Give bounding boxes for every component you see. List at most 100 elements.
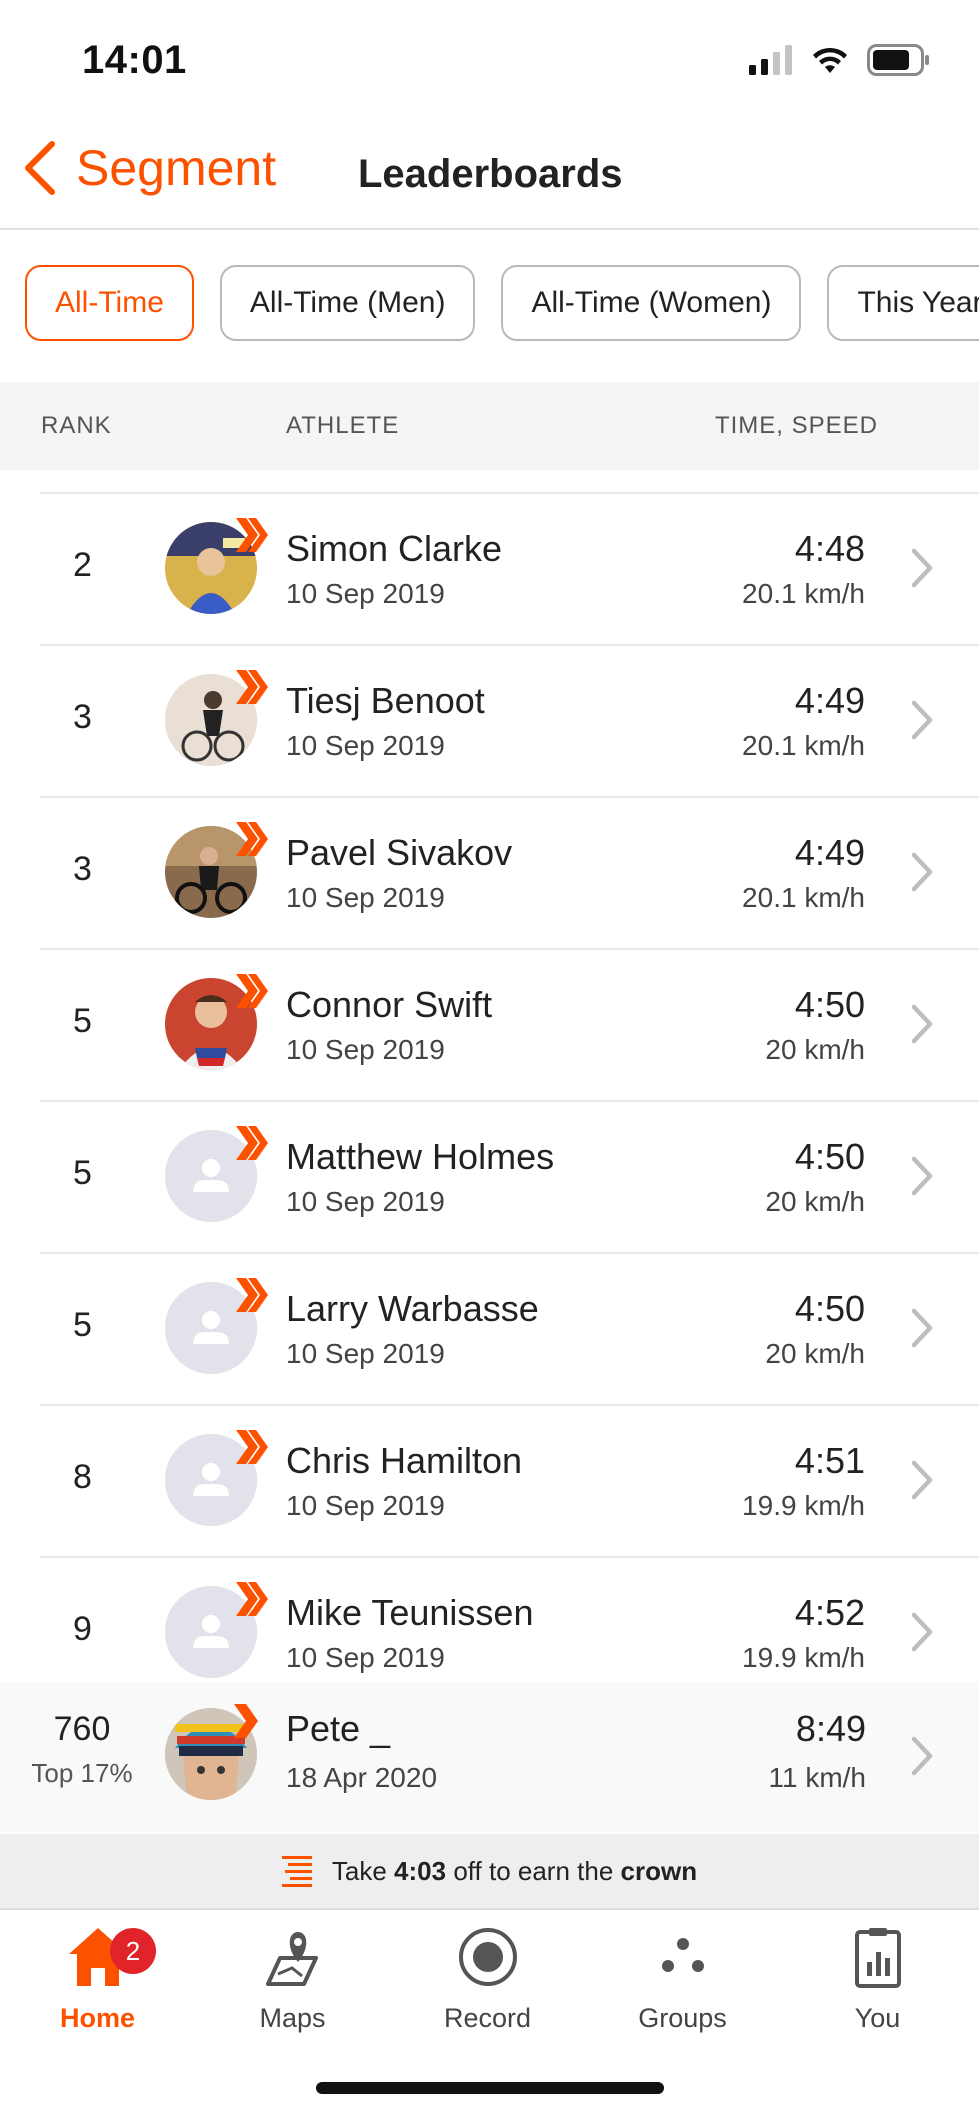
strava-badge-icon	[236, 1126, 268, 1160]
effort-date: 10 Sep 2019	[286, 1034, 445, 1065]
my-name: Pete _	[286, 1708, 391, 1749]
athlete-name: Chris Hamilton	[286, 1440, 523, 1481]
tab-record[interactable]: Record	[390, 1922, 585, 2034]
filter-all-time-women[interactable]: All-Time (Women)	[501, 265, 802, 341]
my-effort-row[interactable]: 760 Top 17% Pete _ 18 Apr 2020 8:49 11 k…	[0, 1682, 979, 1832]
athlete-name: Simon Clarke	[286, 528, 503, 569]
tab-label: Maps	[259, 2003, 326, 2033]
tab-label: You	[854, 2003, 901, 2033]
record-icon	[458, 1928, 517, 1986]
table-row[interactable]: 5 Matthew Holmes 10 Sep 2019 4:50 20 km/…	[40, 1102, 979, 1254]
status-time: 14:01	[82, 38, 187, 82]
table-row[interactable]: 3 Pavel Sivakov 10 Sep 2019 4:49 20.1 km…	[40, 798, 979, 950]
athlete-name: Connor Swift	[286, 984, 493, 1025]
effort-speed: 19.9 km/h	[742, 1490, 865, 1521]
nav-header: Segment Leaderboards	[0, 110, 979, 230]
strava-badge-icon	[234, 1704, 258, 1738]
tab-label: Groups	[638, 2003, 727, 2033]
effort-time: 4:50	[794, 1288, 865, 1329]
column-header: RANK ATHLETE TIME, SPEED	[0, 382, 979, 470]
table-row[interactable]: 2 Simon Clarke 10 Sep 2019 4:48 20.1 km/…	[40, 492, 979, 646]
strava-badge-icon	[236, 670, 268, 704]
filter-all-time[interactable]: All-Time	[25, 265, 194, 341]
effort-speed: 20 km/h	[765, 1338, 865, 1369]
effort-speed: 20.1 km/h	[742, 730, 865, 761]
strava-badge-icon	[236, 1430, 268, 1464]
effort-date: 10 Sep 2019	[286, 578, 445, 609]
effort-date: 10 Sep 2019	[286, 1186, 445, 1217]
effort-time: 4:50	[794, 984, 865, 1025]
effort-time: 4:49	[794, 832, 865, 873]
effort-speed: 20.1 km/h	[742, 882, 865, 913]
notification-badge: 2	[110, 1928, 156, 1974]
groups-icon	[661, 1938, 704, 1972]
tab-maps[interactable]: Maps	[195, 1922, 390, 2034]
wifi-icon	[813, 47, 847, 73]
tab-groups[interactable]: Groups	[585, 1922, 780, 2034]
chevron-right-icon	[911, 1308, 933, 1348]
effort-date: 10 Sep 2019	[286, 882, 445, 913]
rank: 5	[73, 1306, 92, 1344]
column-time-speed: TIME, SPEED	[714, 412, 878, 439]
table-row[interactable]: 3 Tiesj Benoot 10 Sep 2019 4:49 20.1 km/…	[40, 646, 979, 798]
rank: 9	[73, 1610, 92, 1648]
table-row[interactable]: 5 Larry Warbasse 10 Sep 2019 4:50 20 km/…	[40, 1254, 979, 1406]
status-bar: 14:01	[0, 0, 979, 110]
crown-banner: Take 4:03 off to earn the crown	[0, 1834, 979, 1910]
athlete-name: Tiesj Benoot	[286, 680, 485, 721]
effort-time: 4:48	[794, 528, 865, 569]
my-date: 18 Apr 2020	[286, 1762, 438, 1793]
my-speed: 11 km/h	[768, 1762, 866, 1793]
chevron-right-icon	[911, 700, 933, 740]
column-athlete: ATHLETE	[286, 412, 400, 439]
column-rank: RANK	[41, 412, 112, 439]
battery-icon	[867, 44, 929, 76]
tab-home[interactable]: 2 Home	[0, 1922, 195, 2034]
home-indicator[interactable]	[316, 2082, 664, 2094]
effort-time: 4:52	[794, 1592, 865, 1633]
filter-chips: All-Time All-Time (Men) All-Time (Women)…	[0, 230, 979, 380]
cellular-signal-icon	[749, 45, 792, 75]
my-percentile: Top 17%	[31, 1758, 133, 1788]
crown-message: Take 4:03 off to earn the crown	[331, 1855, 698, 1886]
rank: 3	[73, 698, 92, 736]
tab-you[interactable]: You	[780, 1922, 975, 2034]
table-row[interactable]: 8 Chris Hamilton 10 Sep 2019 4:51 19.9 k…	[40, 1406, 979, 1558]
back-button[interactable]: Segment	[20, 138, 276, 198]
leaderboard-list: 2 Simon Clarke 10 Sep 2019 4:48 20.1 km/…	[0, 492, 979, 1710]
strava-badge-icon	[236, 1582, 268, 1616]
tab-label: Record	[443, 2003, 532, 2033]
strava-badge-icon	[236, 518, 268, 552]
chevron-right-icon	[911, 1460, 933, 1500]
effort-speed: 20 km/h	[765, 1186, 865, 1217]
chevron-right-icon	[911, 1004, 933, 1044]
status-icons	[749, 44, 931, 76]
rank: 2	[73, 546, 92, 584]
chevron-left-icon	[25, 141, 55, 195]
strava-badge-icon	[236, 1278, 268, 1312]
rank: 5	[73, 1154, 92, 1192]
strava-badge-icon	[236, 974, 268, 1008]
effort-speed: 20.1 km/h	[742, 578, 865, 609]
rank: 3	[73, 850, 92, 888]
athlete-name: Pavel Sivakov	[286, 832, 513, 873]
chevron-right-icon	[911, 1156, 933, 1196]
effort-speed: 19.9 km/h	[742, 1642, 865, 1673]
chevron-right-icon	[911, 852, 933, 892]
clipboard-chart-icon	[854, 1928, 901, 1988]
filter-all-time-men[interactable]: All-Time (Men)	[219, 265, 476, 341]
filter-this-year[interactable]: This Year	[827, 265, 979, 341]
my-time: 8:49	[795, 1708, 866, 1749]
my-rank: 760	[53, 1710, 111, 1748]
effort-date: 10 Sep 2019	[286, 1490, 445, 1521]
effort-date: 10 Sep 2019	[286, 730, 445, 761]
athlete-name: Mike Teunissen	[286, 1592, 534, 1633]
rank: 8	[73, 1458, 92, 1496]
strava-badge-icon	[236, 822, 268, 856]
effort-time: 4:50	[794, 1136, 865, 1177]
table-row[interactable]: 5 Connor Swift 10 Sep 2019 4:50 20 km/h	[40, 950, 979, 1102]
page-title: Leaderboards	[358, 152, 623, 196]
chevron-right-icon	[911, 1612, 933, 1652]
effort-speed: 20 km/h	[765, 1034, 865, 1065]
effort-time: 4:51	[794, 1440, 865, 1481]
